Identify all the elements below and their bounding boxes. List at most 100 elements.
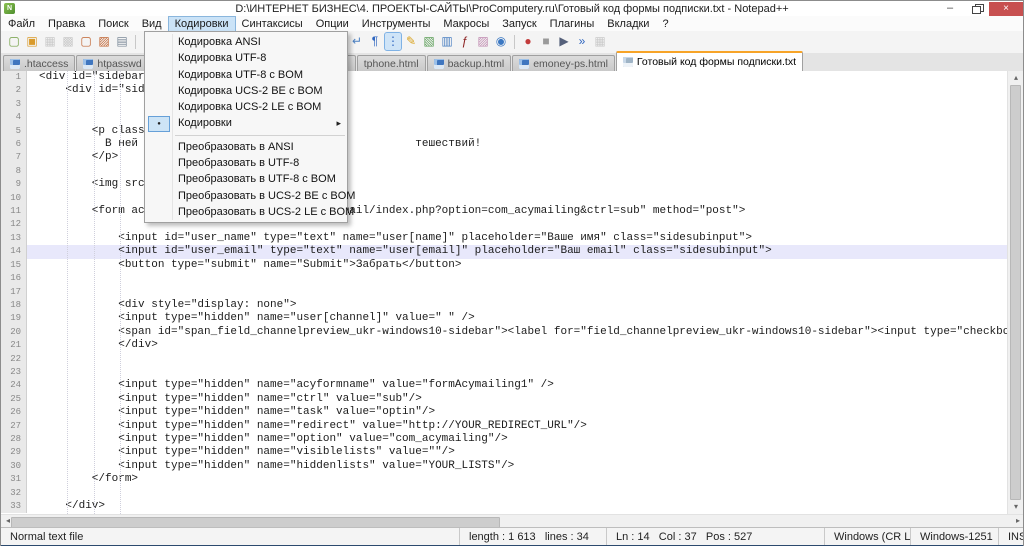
macro-stop-icon[interactable]: ■	[538, 33, 554, 50]
print-icon[interactable]: ▤	[114, 33, 130, 50]
saved-file-icon	[623, 57, 633, 67]
code-line[interactable]: 26 <input type="hidden" name="task" valu…	[1, 406, 1009, 419]
code-line[interactable]: 33 </div>	[1, 500, 1009, 513]
menu-item-10[interactable]: Запуск	[496, 17, 542, 31]
menu-item-2[interactable]: Правка	[42, 17, 91, 31]
code-line[interactable]: 15 <button type="submit" name="Submit">З…	[1, 259, 1009, 272]
tab-Готовый код формы подписки.txt[interactable]: Готовый код формы подписки.txt	[616, 51, 803, 71]
encoding-menu-item[interactable]: Кодировка UTF-8 с BOM	[145, 67, 347, 83]
open-file-icon[interactable]: ▣	[24, 33, 40, 50]
encoding-menu-item[interactable]: Кодировка ANSI	[145, 34, 347, 50]
menu-item-6[interactable]: Синтаксисы	[236, 17, 309, 31]
folder-as-workspace-icon[interactable]: ▨	[475, 33, 491, 50]
show-all-characters-icon[interactable]: ¶	[367, 33, 383, 50]
code-line[interactable]: 17	[1, 286, 1009, 299]
new-file-icon[interactable]: ▢	[6, 33, 22, 50]
menu-item-12[interactable]: Вкладки	[601, 17, 655, 31]
line-number: 15	[1, 259, 27, 272]
function-list-icon[interactable]: ƒ	[457, 33, 473, 50]
encoding-menu-item[interactable]: ●Кодировки▸	[145, 115, 347, 131]
menu-item-8[interactable]: Инструменты	[356, 17, 437, 31]
scroll-down-icon[interactable]: ▾	[1008, 500, 1024, 514]
menu-item-4[interactable]: Вид	[136, 17, 168, 31]
encodings-dropdown-menu: Кодировка ANSIКодировка UTF-8Кодировка U…	[144, 31, 348, 223]
code-line[interactable]: 31 </form>	[1, 473, 1009, 486]
restore-button[interactable]	[963, 2, 989, 16]
close-all-icon[interactable]: ▨	[96, 33, 112, 50]
encoding-menu-item[interactable]: Преобразовать в UCS-2 LE с BOM	[145, 204, 347, 220]
code-line[interactable]: 19 <input type="hidden" name="user[chann…	[1, 312, 1009, 325]
macro-save-icon[interactable]: ▦	[592, 33, 608, 50]
horizontal-scrollbar[interactable]: ◂ ▸	[1, 514, 1024, 527]
tab-tphone.html[interactable]: tphone.html	[357, 55, 426, 71]
code-line[interactable]: 28 <input type="hidden" name="option" va…	[1, 433, 1009, 446]
document-list-icon[interactable]: ▥	[439, 33, 455, 50]
indent-guide	[94, 71, 95, 514]
close-file-icon[interactable]: ▢	[78, 33, 94, 50]
encoding-menu-item[interactable]: Преобразовать в UTF-8	[145, 155, 347, 171]
code-line[interactable]: 18 <div style="display: none">	[1, 299, 1009, 312]
encoding-menu-item[interactable]: Кодировка UCS-2 LE с BOM	[145, 99, 347, 115]
macro-play-icon[interactable]: ▶	[556, 33, 572, 50]
encoding-menu-item[interactable]: Кодировка UCS-2 BE с BOM	[145, 83, 347, 99]
code-line[interactable]: 27 <input type="hidden" name="redirect" …	[1, 420, 1009, 433]
menu-item-5[interactable]: Кодировки	[169, 17, 235, 31]
macro-run-multiple-icon[interactable]: »	[574, 33, 590, 50]
line-number: 20	[1, 326, 27, 339]
line-number: 7	[1, 151, 27, 164]
code-line[interactable]: 32	[1, 487, 1009, 500]
code-line[interactable]: 24 <input type="hidden" name="acyformnam…	[1, 379, 1009, 392]
menu-item-3[interactable]: Поиск	[92, 17, 134, 31]
code-line[interactable]: 16	[1, 272, 1009, 285]
indent-guide-icon[interactable]: ⋮	[385, 33, 401, 50]
encoding-menu-label: Преобразовать в UCS-2 BE с BOM	[178, 190, 355, 202]
scroll-up-icon[interactable]: ▴	[1008, 71, 1024, 85]
status-insert-mode[interactable]: INS	[998, 528, 1024, 546]
save-all-icon[interactable]: ▩	[60, 33, 76, 50]
line-number: 10	[1, 192, 27, 205]
code-line[interactable]: 14 <input id="user_email" type="text" na…	[1, 245, 1009, 258]
user-define-dialog-icon[interactable]: ✎	[403, 33, 419, 50]
encoding-menu-item[interactable]: Преобразовать в UCS-2 BE с BOM	[145, 188, 347, 204]
radio-selected-icon: ●	[148, 116, 170, 132]
code-line[interactable]: 25 <input type="hidden" name="ctrl" valu…	[1, 393, 1009, 406]
tab-label: tphone.html	[364, 58, 419, 70]
save-icon[interactable]: ▦	[42, 33, 58, 50]
menu-item-13[interactable]: ?	[656, 17, 674, 31]
menu-item-1[interactable]: Файл	[2, 17, 41, 31]
line-number: 19	[1, 312, 27, 325]
code-line[interactable]: 29 <input type="hidden" name="visiblelis…	[1, 446, 1009, 459]
tab-emoney-ps.html[interactable]: emoney-ps.html	[512, 55, 615, 71]
status-eol-format[interactable]: Windows (CR LF)	[824, 528, 910, 546]
word-wrap-icon[interactable]: ↵	[349, 33, 365, 50]
code-line[interactable]: 13 <input id="user_name" type="text" nam…	[1, 232, 1009, 245]
encoding-menu-item[interactable]: Кодировка UTF-8	[145, 50, 347, 66]
code-line[interactable]: 30 <input type="hidden" name="hiddenlist…	[1, 460, 1009, 473]
encoding-menu-label: Кодировки	[178, 117, 232, 129]
monitoring-eye-icon[interactable]: ◉	[493, 33, 509, 50]
vertical-scrollbar-thumb[interactable]	[1010, 85, 1021, 500]
minimize-button[interactable]: –	[937, 2, 963, 16]
document-map-icon[interactable]: ▧	[421, 33, 437, 50]
code-line[interactable]: 21 </div>	[1, 339, 1009, 352]
tab-.htaccess[interactable]: .htaccess	[3, 55, 75, 71]
code-line[interactable]: 23	[1, 366, 1009, 379]
tab-backup.html[interactable]: backup.html	[427, 55, 512, 71]
encoding-menu-item[interactable]: Преобразовать в ANSI	[145, 139, 347, 155]
code-line[interactable]: 20 <span id="span_field_channelpreview_u…	[1, 326, 1009, 339]
code-line[interactable]: 22	[1, 353, 1009, 366]
menu-item-9[interactable]: Макросы	[437, 17, 495, 31]
vertical-scrollbar[interactable]: ▴ ▾	[1007, 71, 1023, 514]
menu-item-7[interactable]: Опции	[310, 17, 355, 31]
macro-record-icon[interactable]: ●	[520, 33, 536, 50]
status-encoding[interactable]: Windows-1251	[910, 528, 998, 546]
status-length-lines: length : 1 613 lines : 34	[459, 528, 606, 546]
encoding-menu-item[interactable]: Преобразовать в UTF-8 с BOM	[145, 171, 347, 187]
tab-htpasswd[interactable]: htpasswd	[76, 55, 148, 71]
title-bar[interactable]: N D:\ИНТЕРНЕТ БИЗНЕС\4. ПРОЕКТЫ-САЙТЫ\Pr…	[1, 1, 1023, 16]
close-button[interactable]: ×	[989, 2, 1023, 16]
code-text: <input type="hidden" name="redirect" val…	[27, 420, 1009, 433]
line-number: 26	[1, 406, 27, 419]
line-number: 27	[1, 420, 27, 433]
menu-item-11[interactable]: Плагины	[544, 17, 601, 31]
